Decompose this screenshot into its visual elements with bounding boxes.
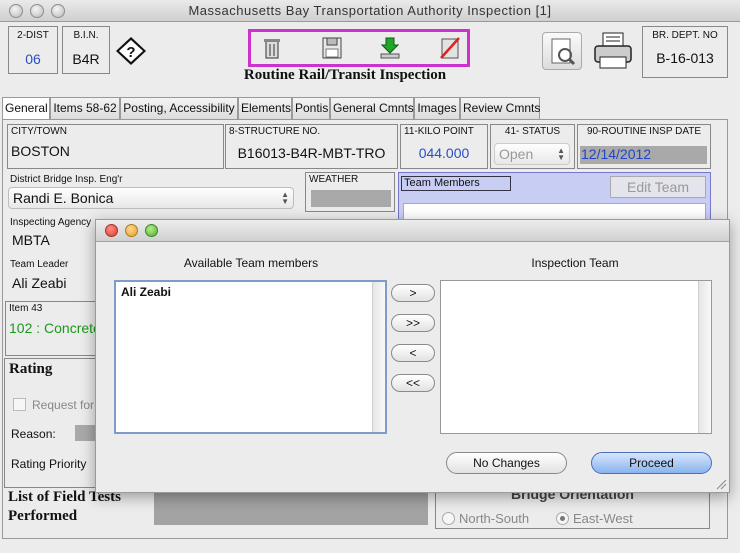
dialog-zoom-button[interactable] [145,224,158,237]
radio-selected-dot [560,516,565,521]
kilo-field: 11-KILO POINT 044.000 [400,124,488,169]
no-changes-button[interactable]: No Changes [446,452,567,474]
dist-box: 2-DIST 06 [8,26,58,74]
tab-elements[interactable]: Elements [238,97,292,119]
bin-value: B4R [72,51,100,67]
status-value: Open [499,146,534,162]
printer-icon[interactable] [592,31,634,71]
city-label: CITY/TOWN [11,126,67,137]
svg-text:?: ? [126,44,135,61]
remove-all-members-button[interactable]: << [391,374,435,392]
dialog-minimize-button[interactable] [125,224,138,237]
dialog-titlebar [96,220,729,242]
status-field: 41- STATUS Open ▲ ▼ [490,124,575,169]
structure-field: 8-STRUCTURE NO. B16013-B4R-MBT-TRO [225,124,398,169]
rating-priority-label: Rating Priority [11,457,87,471]
bin-label: B.I.N. [73,30,99,41]
dept-box: BR. DEPT. NO B-16-013 [642,26,728,78]
tab-posting-accessibility[interactable]: Posting, Accessibility [120,97,238,119]
trash-icon[interactable] [259,36,285,60]
agency-label: Inspecting Agency [10,217,92,228]
status-select[interactable]: Open ▲ ▼ [494,143,570,165]
available-list-scrollbar[interactable] [372,282,385,432]
cancel-slash-icon[interactable] [437,36,463,60]
weather-field: WEATHER [305,172,395,212]
dept-value: B-16-013 [656,50,714,66]
help-question-icon[interactable]: ? [115,36,147,66]
tab-general[interactable]: General [2,97,50,120]
rating-title: Rating [9,361,53,377]
proceed-button[interactable]: Proceed [591,452,712,474]
dialog-close-button[interactable] [105,224,118,237]
inspection-team-title: Inspection Team [531,256,619,270]
remove-member-button[interactable]: < [391,344,435,362]
dist-value: 06 [25,51,41,67]
updown-arrows-icon: ▲ ▼ [557,146,565,162]
record-toolbar [248,29,470,67]
team-leader-value[interactable]: Ali Zeabi [12,275,66,291]
reason-label: Reason: [11,427,56,441]
city-field: CITY/TOWN BOSTON [7,124,224,169]
engineer-select[interactable]: Randi E. Bonica ▲ ▼ [8,187,294,209]
engineer-value: Randi E. Bonica [13,190,114,206]
structure-value[interactable]: B16013-B4R-MBT-TRO [226,145,397,161]
save-disk-icon[interactable] [319,36,345,60]
window-title: Massachusetts Bay Transportation Authori… [188,3,552,18]
north-south-radio[interactable] [442,512,455,525]
dist-label: 2-DIST [17,30,49,41]
weather-label: WEATHER [309,174,359,185]
request-for-label: Request for [32,398,95,412]
add-member-button[interactable]: > [391,284,435,302]
tab-review-cmnts[interactable]: Review Cmnts [460,97,540,119]
agency-value[interactable]: MBTA [12,232,50,248]
team-list-scrollbar[interactable] [698,281,711,433]
tab-images[interactable]: Images [414,97,460,119]
available-members-list[interactable]: Ali Zeabi [114,280,387,434]
item43-value[interactable]: 102 : Concrete [9,320,95,336]
item43-label: Item 43 [9,303,43,314]
dept-label: BR. DEPT. NO [652,30,718,41]
team-leader-label: Team Leader [10,259,69,270]
kilo-value[interactable]: 044.000 [401,145,487,161]
resize-grip-icon[interactable] [715,478,727,490]
request-for-checkbox[interactable] [13,398,26,411]
inspection-team-list[interactable] [440,280,712,434]
download-arrow-icon[interactable] [377,36,403,60]
rating-section: Rating Request for Reason: Rating Priori… [4,358,99,488]
team-members-label: Team Members [401,176,511,191]
bin-box: B.I.N. B4R [62,26,110,74]
weather-value[interactable] [311,190,391,207]
kilo-label: 11-KILO POINT [404,126,474,137]
window-titlebar: Massachusetts Bay Transportation Authori… [0,0,740,22]
tab-pontis[interactable]: Pontis [292,97,330,119]
tab-general-cmnts[interactable]: General Cmnts [330,97,414,119]
available-members-title: Available Team members [183,256,319,270]
page-heading: Routine Rail/Transit Inspection [243,67,447,83]
updown-arrows-icon: ▲ ▼ [281,190,289,206]
item43-field: Item 43 102 : Concrete [5,301,97,356]
east-west-label: East-West [573,511,633,526]
structure-label: 8-STRUCTURE NO. [229,126,321,137]
edit-team-dialog: Available Team members Inspection Team A… [95,219,730,493]
field-tests-label: List of Field Tests Performed [8,489,121,524]
add-all-members-button[interactable]: >> [391,314,435,332]
tab-items-58-62[interactable]: Items 58-62 [50,97,120,119]
engineer-label: District Bridge Insp. Eng'r [10,174,123,185]
status-label: 41- STATUS [504,126,561,137]
orientation-section: Bridge Orientation North-South East-West [435,486,710,529]
north-south-label: North-South [459,511,530,526]
edit-team-button[interactable]: Edit Team [610,176,706,198]
print-preview-icon[interactable] [542,32,582,70]
east-west-radio[interactable] [556,512,569,525]
insp-date-label: 90-ROUTINE INSP DATE [586,126,702,137]
insp-date-value[interactable]: 12/14/2012 [580,146,707,164]
city-value[interactable]: BOSTON [11,143,70,159]
insp-date-field: 90-ROUTINE INSP DATE 12/14/2012 [577,124,711,169]
list-item[interactable]: Ali Zeabi [121,285,171,299]
